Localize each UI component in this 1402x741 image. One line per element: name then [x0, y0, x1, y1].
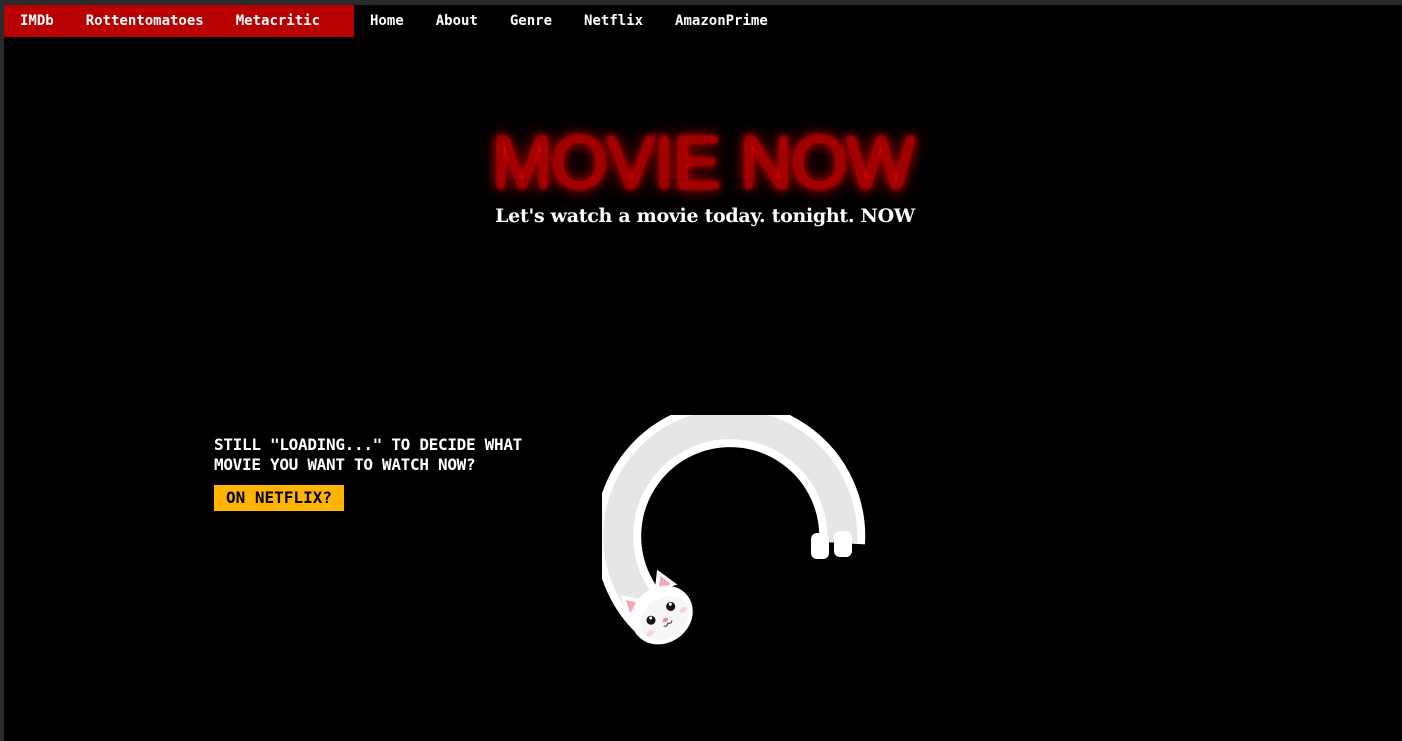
nav-metacritic-link[interactable]: Metacritic — [220, 5, 336, 37]
nav-home-link[interactable]: Home — [354, 5, 420, 37]
nav-netflix-link[interactable]: Netflix — [568, 5, 659, 37]
hero-tagline: Let's watch a movie today. tonight. NOW — [495, 205, 915, 227]
on-netflix-button[interactable]: ON NETFLIX? — [214, 485, 344, 511]
page: IMDb Rottentomatoes Metacritic Home Abou… — [4, 5, 1402, 741]
page-title: MOVIE NOW — [491, 121, 915, 204]
ratings-nav: IMDb Rottentomatoes Metacritic — [4, 5, 354, 37]
promo-question: STILL "LOADING..." TO DECIDE WHAT MOVIE … — [214, 435, 522, 474]
nav-amazonprime-link[interactable]: AmazonPrime — [659, 5, 784, 37]
nav-rottentomatoes-link[interactable]: Rottentomatoes — [70, 5, 220, 37]
top-navigation: IMDb Rottentomatoes Metacritic Home Abou… — [4, 5, 784, 37]
cat-loader-icon — [602, 415, 866, 645]
nav-about-link[interactable]: About — [420, 5, 494, 37]
netflix-promo: STILL "LOADING..." TO DECIDE WHAT MOVIE … — [214, 435, 574, 511]
nav-genre-link[interactable]: Genre — [494, 5, 568, 37]
nav-imdb-link[interactable]: IMDb — [4, 5, 70, 37]
main-nav: Home About Genre Netflix AmazonPrime — [354, 5, 784, 37]
